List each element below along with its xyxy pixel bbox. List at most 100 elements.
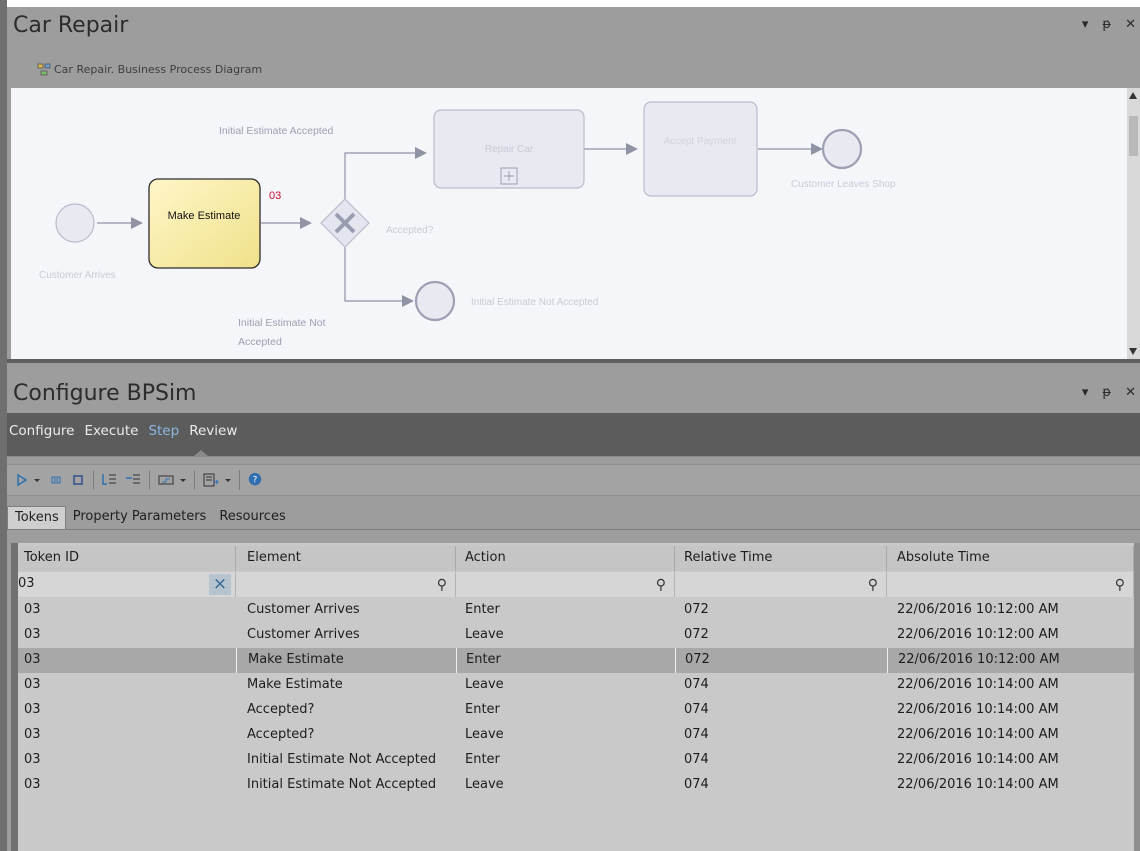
play-dropdown-icon[interactable] [33,472,41,488]
diagram-canvas[interactable]: Customer Arrives Make Estimate 03 Accept… [11,88,1127,359]
column-header-action[interactable]: Action [456,546,675,571]
dropdown-icon[interactable]: ▾ [1082,17,1089,32]
start-event[interactable] [55,203,95,243]
cell-token-id: 03 [18,673,236,698]
cell-token-id: 03 [18,598,236,623]
relative-time-filter[interactable]: ⚲ [675,572,887,597]
scroll-thumb[interactable] [1129,116,1138,156]
token-id-filter[interactable]: 03 × [18,572,236,597]
end-event-leaves-shop-label: Customer Leaves Shop [791,179,896,190]
menu-execute[interactable]: Execute [84,423,138,439]
cell-action: Enter [456,698,675,723]
menu-configure[interactable]: Configure [9,423,74,439]
accept-payment-label: Accept Payment [664,136,737,147]
step-into-icon[interactable] [100,472,118,488]
cell-absolute-time: 22/06/2016 10:14:00 AM [887,748,1134,773]
table-row[interactable]: 03 Accepted? Enter 074 22/06/2016 10:14:… [18,698,1134,723]
filter-row: 03 × ⚲ ⚲ ⚲ ⚲ [18,572,1134,597]
menu-review[interactable]: Review [189,423,237,439]
close-icon[interactable]: ✕ [1125,17,1136,32]
bpsim-panel: Configure BPSim ▾ ᵽ ✕ Configure Execute … [7,363,1140,851]
table-row[interactable]: 03 Make Estimate Leave 074 22/06/2016 10… [18,673,1134,698]
cell-element: Initial Estimate Not Accepted [236,773,456,798]
window-left-edge [0,0,7,851]
cell-absolute-time: 22/06/2016 10:12:00 AM [887,598,1134,623]
gateway-label: Accepted? [386,225,434,236]
cell-element: Customer Arrives [236,598,456,623]
tab-property-parameters[interactable]: Property Parameters [66,506,213,529]
clear-filter-icon[interactable]: × [209,574,231,595]
toolbar-separator [194,470,195,490]
tab-tokens[interactable]: Tokens [7,506,66,530]
end-event-leaves-shop[interactable] [821,128,863,170]
search-icon[interactable]: ⚲ [1115,573,1125,597]
search-icon[interactable]: ⚲ [437,573,447,597]
diagram-vertical-scrollbar[interactable] [1127,88,1140,359]
absolute-time-filter[interactable]: ⚲ [887,572,1134,597]
export-icon[interactable] [202,472,220,488]
step-over-icon[interactable] [124,472,142,488]
cell-action: Leave [456,773,675,798]
svg-text:?: ? [253,476,258,486]
active-menu-indicator [194,450,208,456]
panel-title: Configure BPSim [13,381,197,406]
cell-action: Leave [456,723,675,748]
close-icon[interactable]: ✕ [1125,385,1136,400]
cell-absolute-time: 22/06/2016 10:14:00 AM [887,673,1134,698]
scroll-down-icon[interactable] [1129,348,1137,355]
cell-relative-time: 072 [675,598,887,623]
play-icon[interactable] [15,472,29,488]
cell-relative-time: 074 [675,673,887,698]
pin-icon[interactable]: ᵽ [1102,385,1111,400]
dropdown-icon[interactable]: ▾ [1082,385,1089,400]
pause-icon[interactable] [49,472,63,488]
table-row-selected[interactable]: 03 Make Estimate Enter 072 22/06/2016 10… [18,648,1134,673]
panel-controls: ▾ ᵽ ✕ [1082,385,1136,400]
search-icon[interactable]: ⚲ [656,573,666,597]
tabs-divider [7,529,1140,530]
cell-absolute-time: 22/06/2016 10:12:00 AM [887,623,1134,648]
stop-icon[interactable] [71,472,85,488]
end-event-not-accepted[interactable] [414,280,456,322]
table-row[interactable]: 03 Initial Estimate Not Accepted Leave 0… [18,773,1134,798]
token-count-badge: 03 [269,190,281,202]
menu-step[interactable]: Step [148,423,179,439]
table-row[interactable]: 03 Customer Arrives Leave 072 22/06/2016… [18,623,1134,648]
accept-payment-task[interactable] [643,101,758,197]
end-event-not-accepted-label: Initial Estimate Not Accepted [471,297,598,308]
cell-absolute-time: 22/06/2016 10:14:00 AM [887,698,1134,723]
table-row[interactable]: 03 Initial Estimate Not Accepted Enter 0… [18,748,1134,773]
column-header-token-id[interactable]: Token ID [18,546,236,571]
element-filter[interactable]: ⚲ [236,572,456,597]
breakpoint-dropdown-icon[interactable] [179,472,187,488]
tab-resources[interactable]: Resources [212,506,291,529]
flow-label-not-accepted-1: Initial Estimate Not [238,317,326,329]
cell-element: Make Estimate [236,648,456,673]
grid-right-border [1134,543,1140,851]
table-row[interactable]: 03 Accepted? Leave 074 22/06/2016 10:14:… [18,723,1134,748]
help-icon[interactable]: ? [246,472,264,488]
pin-icon[interactable]: ᵽ [1102,17,1111,32]
make-estimate-label: Make Estimate [168,210,241,222]
column-header-element[interactable]: Element [236,546,456,571]
diagram-panel: Car Repair ▾ ᵽ ✕ Car Repair. Business Pr… [7,7,1140,359]
column-header-relative-time[interactable]: Relative Time [675,546,887,571]
cell-absolute-time: 22/06/2016 10:14:00 AM [887,773,1134,798]
export-dropdown-icon[interactable] [224,472,232,488]
flow-label-not-accepted-2: Accepted [238,336,282,348]
cell-token-id: 03 [18,723,236,748]
cell-element: Initial Estimate Not Accepted [236,748,456,773]
diagram-tab[interactable]: Car Repair. Business Process Diagram [37,63,262,76]
breakpoint-icon[interactable] [157,472,175,488]
table-row[interactable]: 03 Customer Arrives Enter 072 22/06/2016… [18,598,1134,623]
cell-absolute-time: 22/06/2016 10:12:00 AM [887,648,1134,673]
search-icon[interactable]: ⚲ [868,573,878,597]
scroll-up-icon[interactable] [1129,92,1137,99]
make-estimate-task[interactable] [148,178,261,269]
action-filter[interactable]: ⚲ [456,572,675,597]
cell-relative-time: 074 [675,698,887,723]
cell-token-id: 03 [18,748,236,773]
column-header-absolute-time[interactable]: Absolute Time [887,546,1134,571]
tokens-grid: Token ID Element Action Relative Time Ab… [18,543,1134,851]
cell-token-id: 03 [18,773,236,798]
